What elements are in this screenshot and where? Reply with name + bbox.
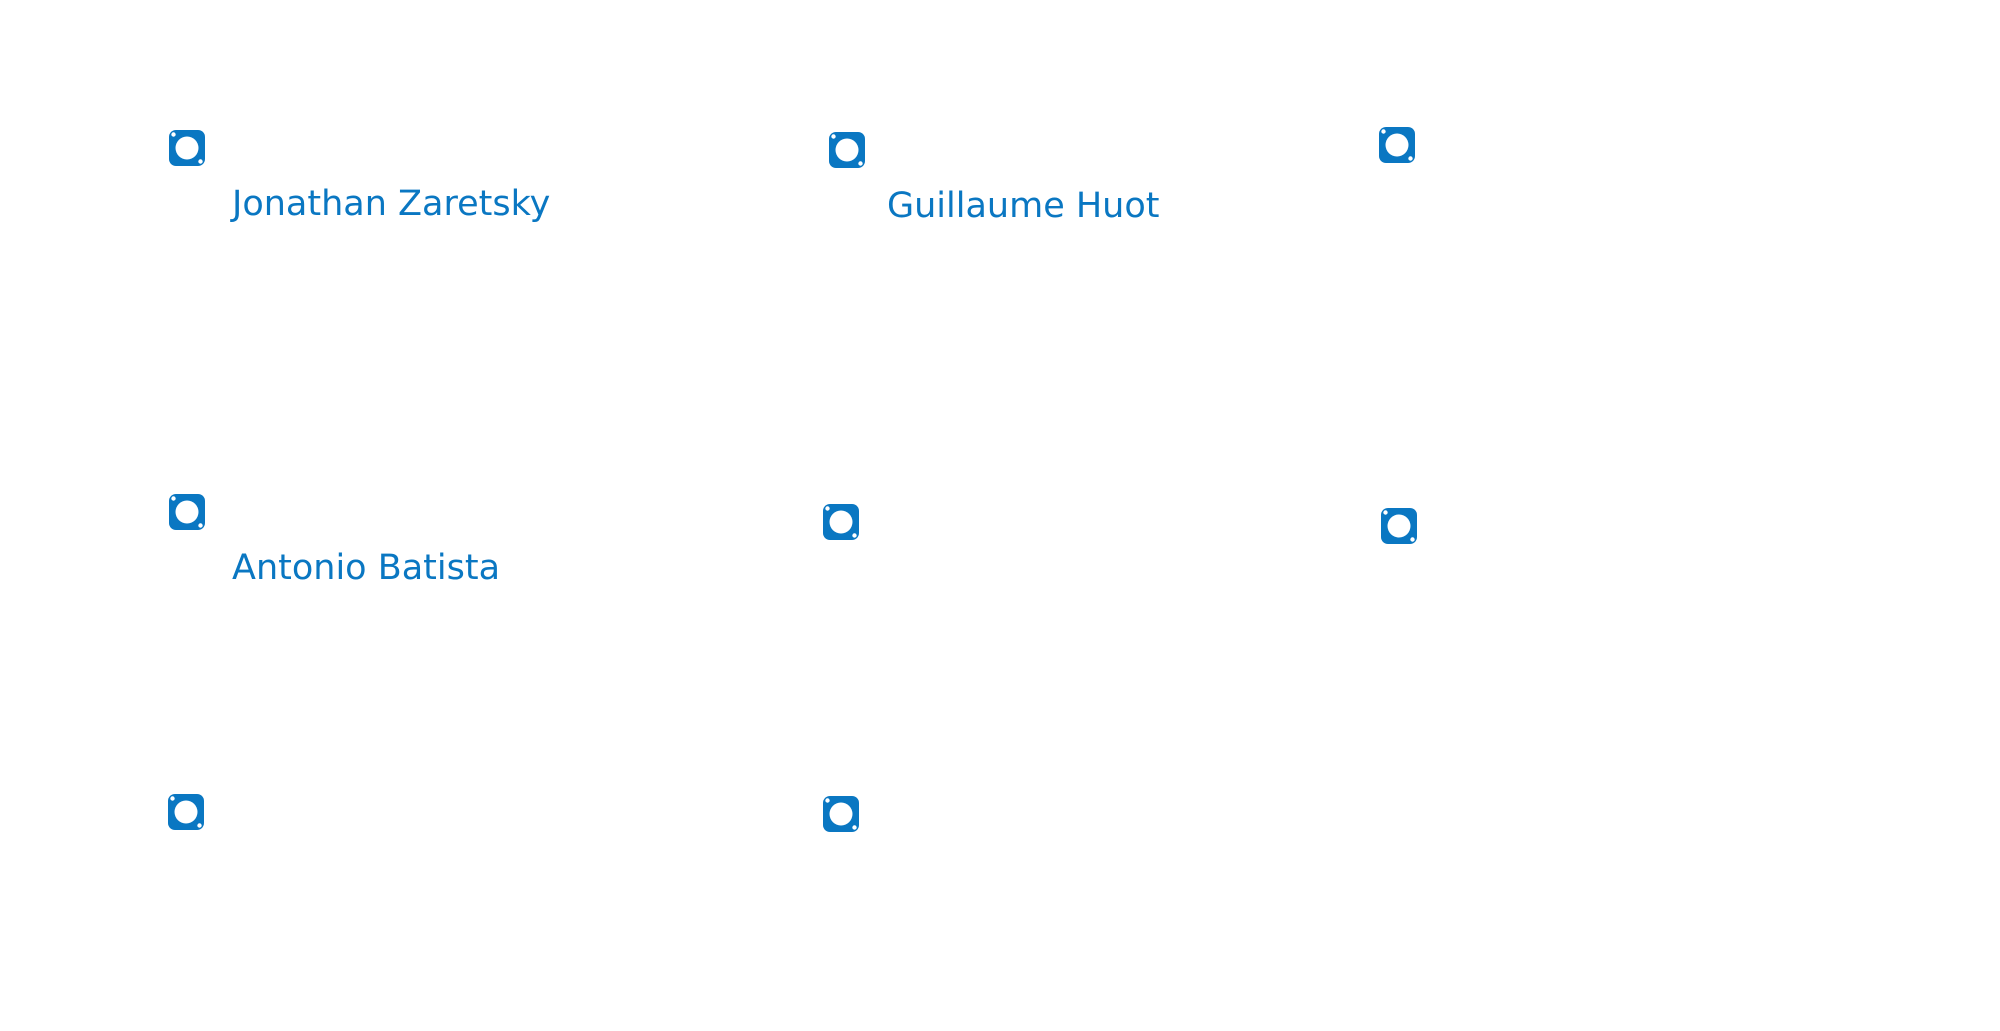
person-card[interactable]: Antonio Batista	[167, 492, 667, 692]
person-card[interactable]	[1379, 506, 1879, 706]
person-name[interactable]: Jonathan Zaretsky	[232, 184, 550, 224]
profile-badge-icon	[166, 792, 206, 832]
profile-badge-icon	[1379, 506, 1419, 546]
profile-badge-icon	[167, 492, 207, 532]
profile-badge-icon	[821, 502, 861, 542]
profile-badge-icon	[1377, 125, 1417, 165]
person-card[interactable]	[821, 794, 1321, 994]
person-card[interactable]	[166, 792, 666, 992]
profile-badge-icon	[821, 794, 861, 834]
person-card[interactable]	[821, 502, 1321, 702]
people-grid: Jonathan Zaretsky Guillaume Huot Antonio…	[0, 0, 2000, 1031]
person-name[interactable]: Guillaume Huot	[887, 186, 1160, 226]
person-name[interactable]: Antonio Batista	[232, 548, 500, 588]
person-card[interactable]: Jonathan Zaretsky	[167, 128, 667, 328]
person-card[interactable]: Guillaume Huot	[827, 130, 1327, 330]
profile-badge-icon	[827, 130, 867, 170]
profile-badge-icon	[167, 128, 207, 168]
person-card[interactable]	[1377, 125, 1877, 325]
